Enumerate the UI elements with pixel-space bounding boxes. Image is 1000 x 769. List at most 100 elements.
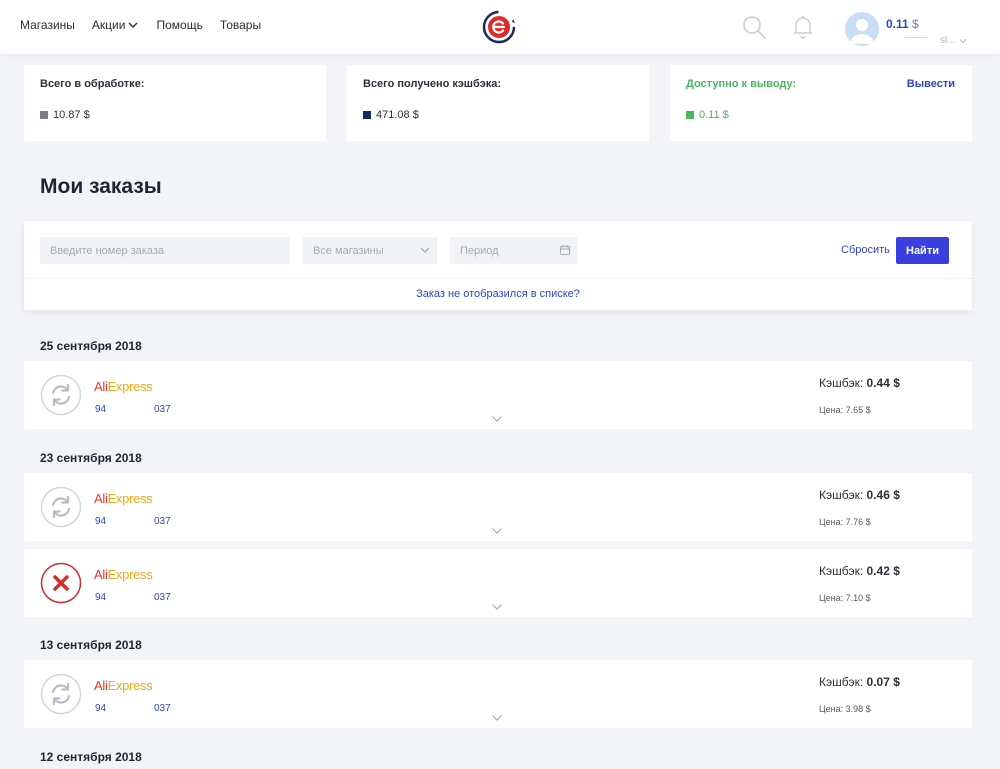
date-header: 23 сентября 2018 <box>40 451 142 465</box>
order-number-placeholder: Введите номер заказа <box>50 244 165 257</box>
reset-button[interactable]: Сбросить <box>841 244 890 256</box>
missing-order-link[interactable]: Заказ не отобразился в списке? <box>24 288 972 300</box>
cashback-value: 0.07 $ <box>866 675 900 689</box>
filter-divider <box>24 278 972 279</box>
order-id[interactable]: 94 037 <box>95 404 185 416</box>
order-row[interactable]: AliExpress 94 037 Кэшбэк: 0.07 $ Цена: 3.… <box>24 660 972 728</box>
date-header: 25 сентября 2018 <box>40 339 142 353</box>
store-name: AliExpress <box>94 678 153 693</box>
order-id-end: 037 <box>154 703 171 714</box>
page-title: Мои заказы <box>40 175 162 198</box>
cashback-value: 0.44 $ <box>866 376 900 390</box>
nav-help[interactable]: Помощь <box>156 18 202 32</box>
cashback: Кэшбэк: 0.07 $ <box>819 675 900 689</box>
store-name-b: Express <box>107 491 153 506</box>
received-value: 471.08 $ <box>363 109 419 121</box>
user-icon <box>850 19 874 44</box>
store-select[interactable]: Все магазины <box>303 237 437 264</box>
chevron-down-icon <box>128 22 138 28</box>
period-input[interactable]: Период <box>450 237 577 264</box>
calendar-icon[interactable] <box>559 244 571 256</box>
find-button[interactable]: Найти <box>896 237 949 264</box>
order-id-start: 94 <box>95 703 107 714</box>
cashback-value: 0.42 $ <box>866 564 900 578</box>
cashback: Кэшбэк: 0.46 $ <box>819 488 900 502</box>
order-id-start: 94 <box>95 404 107 415</box>
store-name-a: Ali <box>94 491 108 506</box>
order-id[interactable]: 94 037 <box>95 516 185 528</box>
received-label: Всего получено кэшбэка: <box>363 78 501 90</box>
user-name: sl... <box>940 35 956 46</box>
order-number-input[interactable]: Введите номер заказа <box>40 237 290 264</box>
store-name: AliExpress <box>94 379 153 394</box>
cashback: Кэшбэк: 0.44 $ <box>819 376 900 390</box>
order-id[interactable]: 94 037 <box>95 592 185 604</box>
cashback-label: Кэшбэк: <box>819 488 864 502</box>
cashback-label: Кэшбэк: <box>819 376 864 390</box>
store-name: AliExpress <box>94 491 153 506</box>
cashback-value: 0.46 $ <box>866 488 900 502</box>
store-name-a: Ali <box>94 379 108 394</box>
store-select-value: Все магазины <box>313 244 384 257</box>
username-placeholder <box>905 37 927 38</box>
processing-label: Всего в обработке: <box>40 78 145 90</box>
refresh-icon <box>40 673 82 715</box>
available-label: Доступно к выводу: <box>686 78 797 90</box>
order-id-start: 94 <box>95 516 107 527</box>
card-received: Всего получено кэшбэка: 471.08 $ <box>347 65 649 141</box>
order-price: Цена: 7.76 $ <box>819 517 871 527</box>
chevron-down-icon <box>959 38 966 43</box>
main-nav: Магазины Акции Помощь Товары <box>20 18 261 32</box>
balance-currency: $ <box>912 17 919 31</box>
logo-icon[interactable] <box>482 10 516 44</box>
store-name-b: Express <box>107 567 153 582</box>
balance-value: 0.11 <box>886 17 909 31</box>
store-name-a: Ali <box>94 567 108 582</box>
rejected-x-icon <box>40 562 82 604</box>
order-price: Цена: 3.98 $ <box>819 704 871 714</box>
withdraw-link[interactable]: Вывести <box>907 78 955 90</box>
user-balance[interactable]: 0.11 $ <box>886 17 919 31</box>
chevron-down-icon[interactable] <box>491 713 503 723</box>
available-value: 0.11 $ <box>686 109 729 121</box>
date-header: 13 сентября 2018 <box>40 638 142 652</box>
store-name-b: Express <box>107 678 153 693</box>
chevron-down-icon[interactable] <box>491 414 503 424</box>
refresh-icon <box>40 486 82 528</box>
available-marker <box>686 111 694 119</box>
chevron-down-icon[interactable] <box>491 602 503 612</box>
order-price: Цена: 7.65 $ <box>819 405 871 415</box>
available-amount: 0.11 $ <box>699 109 729 121</box>
store-name-a: Ali <box>94 678 108 693</box>
order-id-end: 037 <box>154 516 171 527</box>
nav-stores[interactable]: Магазины <box>20 18 75 32</box>
chevron-down-icon <box>420 247 430 253</box>
card-processing: Всего в обработке: 10.87 $ <box>24 65 326 141</box>
order-id-end: 037 <box>154 404 171 415</box>
order-id-end: 037 <box>154 592 171 603</box>
order-price: Цена: 7.10 $ <box>819 593 871 603</box>
order-row[interactable]: AliExpress 94 037 Кэшбэк: 0.42 $ Цена: 7.… <box>24 549 972 617</box>
avatar[interactable] <box>845 12 879 46</box>
order-row[interactable]: AliExpress 94 037 Кэшбэк: 0.44 $ Цена: 7.… <box>24 361 972 429</box>
store-name-b: Express <box>107 379 153 394</box>
processing-amount: 10.87 $ <box>53 109 90 121</box>
chevron-down-icon[interactable] <box>491 526 503 536</box>
order-filter: Введите номер заказа Все магазины Период… <box>24 221 972 310</box>
nav-products[interactable]: Товары <box>220 18 261 32</box>
cashback-label: Кэшбэк: <box>819 675 864 689</box>
bell-icon[interactable] <box>791 14 815 40</box>
card-available: Доступно к выводу: Вывести 0.11 $ <box>670 65 972 141</box>
processing-marker <box>40 111 48 119</box>
store-name: AliExpress <box>94 567 153 582</box>
search-icon[interactable] <box>741 14 767 40</box>
cashback-label: Кэшбэк: <box>819 564 864 578</box>
order-id-start: 94 <box>95 592 107 603</box>
user-menu[interactable]: sl... <box>940 35 968 46</box>
top-header: Магазины Акции Помощь Товары 0.11 $ sl..… <box>0 0 1000 54</box>
cashback: Кэшбэк: 0.42 $ <box>819 564 900 578</box>
order-row[interactable]: AliExpress 94 037 Кэшбэк: 0.46 $ Цена: 7.… <box>24 473 972 541</box>
order-id[interactable]: 94 037 <box>95 703 185 715</box>
nav-promotions[interactable]: Акции <box>92 18 140 32</box>
received-amount: 471.08 $ <box>376 109 419 121</box>
